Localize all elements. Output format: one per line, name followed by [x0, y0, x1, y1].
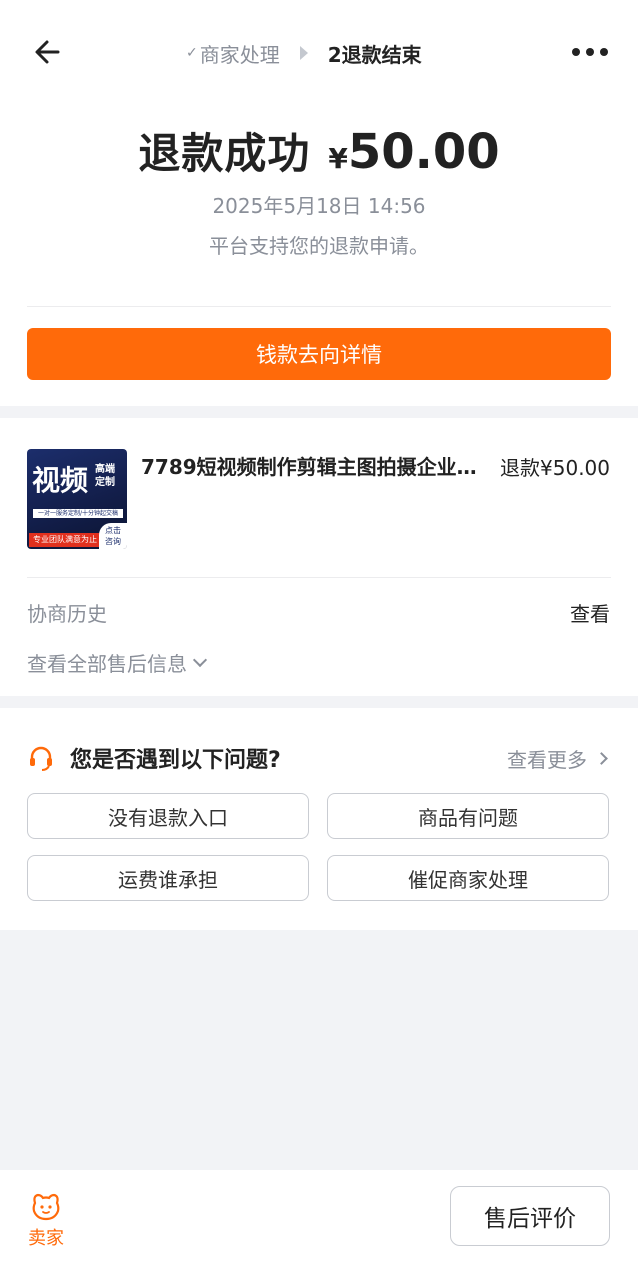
all-aftersale-info-link[interactable]: 查看全部售后信息 — [27, 648, 208, 677]
refund-status-label: 退款成功 — [138, 129, 311, 178]
money-flow-button[interactable]: 钱款去向详情 — [27, 328, 611, 380]
negotiation-history-view-link[interactable]: 查看 — [570, 598, 610, 627]
refund-summary-section: ✓ 商家处理 2退款结束 退款成功 ¥50.00 2025年5月18日 14:56… — [0, 0, 638, 406]
see-more-link[interactable]: 查看更多 — [507, 744, 608, 773]
faq-shipping-cost-button[interactable]: 运费谁承担 — [27, 855, 309, 901]
faq-no-refund-entry-button[interactable]: 没有退款入口 — [27, 793, 309, 839]
divider — [27, 577, 611, 578]
bottom-action-bar: 卖家 售后评价 — [0, 1170, 638, 1280]
seller-face-icon — [32, 1193, 60, 1221]
seller-button[interactable]: 卖家 — [25, 1190, 67, 1250]
more-options-button[interactable] — [572, 48, 608, 56]
faq-urge-merchant-button[interactable]: 催促商家处理 — [327, 855, 609, 901]
step-merchant-processing: ✓ 商家处理 — [186, 42, 280, 67]
refund-description: 平台支持您的退款申请。 — [209, 234, 429, 258]
product-card: 视频 高端 定制 一对一服务定制/十分钟起交稿 专业团队满意为止 点击 咨询 7… — [0, 418, 638, 696]
seller-label: 卖家 — [28, 1228, 64, 1249]
headset-icon — [30, 746, 52, 771]
step-separator-icon — [299, 46, 308, 60]
product-title[interactable]: 7789短视频制作剪辑主图拍摄企业宣传片 — [141, 451, 485, 480]
chevron-down-icon — [192, 652, 208, 667]
dot-icon — [600, 48, 608, 56]
dot-icon — [586, 48, 594, 56]
step-refund-finished: 2退款结束 — [327, 42, 422, 67]
negotiation-history-label: 协商历史 — [27, 602, 107, 626]
back-button[interactable] — [28, 34, 68, 70]
faq-product-issue-button[interactable]: 商品有问题 — [327, 793, 609, 839]
refund-amount: 50.00 — [347, 124, 500, 180]
top-nav: ✓ 商家处理 2退款结束 — [0, 20, 638, 84]
check-icon: ✓ — [186, 45, 198, 61]
back-arrow-icon — [35, 40, 60, 64]
faq-title: 您是否遇到以下问题? — [70, 748, 281, 773]
faq-card: 您是否遇到以下问题? 查看更多 没有退款入口 商品有问题 运费谁承担 催促商家处… — [0, 708, 638, 930]
refund-date: 2025年5月18日 14:56 — [212, 194, 426, 218]
chevron-right-icon — [595, 752, 608, 765]
aftersale-review-button[interactable]: 售后评价 — [450, 1186, 610, 1246]
dot-icon — [572, 48, 580, 56]
progress-steps: ✓ 商家处理 2退款结束 — [186, 38, 422, 68]
currency-symbol: ¥ — [328, 142, 348, 175]
divider — [27, 306, 611, 307]
product-image[interactable]: 视频 高端 定制 一对一服务定制/十分钟起交稿 专业团队满意为止 点击 咨询 — [27, 449, 127, 549]
refund-status-title: 退款成功 ¥50.00 — [0, 120, 638, 181]
product-refund-amount: 退款¥50.00 — [500, 456, 610, 480]
